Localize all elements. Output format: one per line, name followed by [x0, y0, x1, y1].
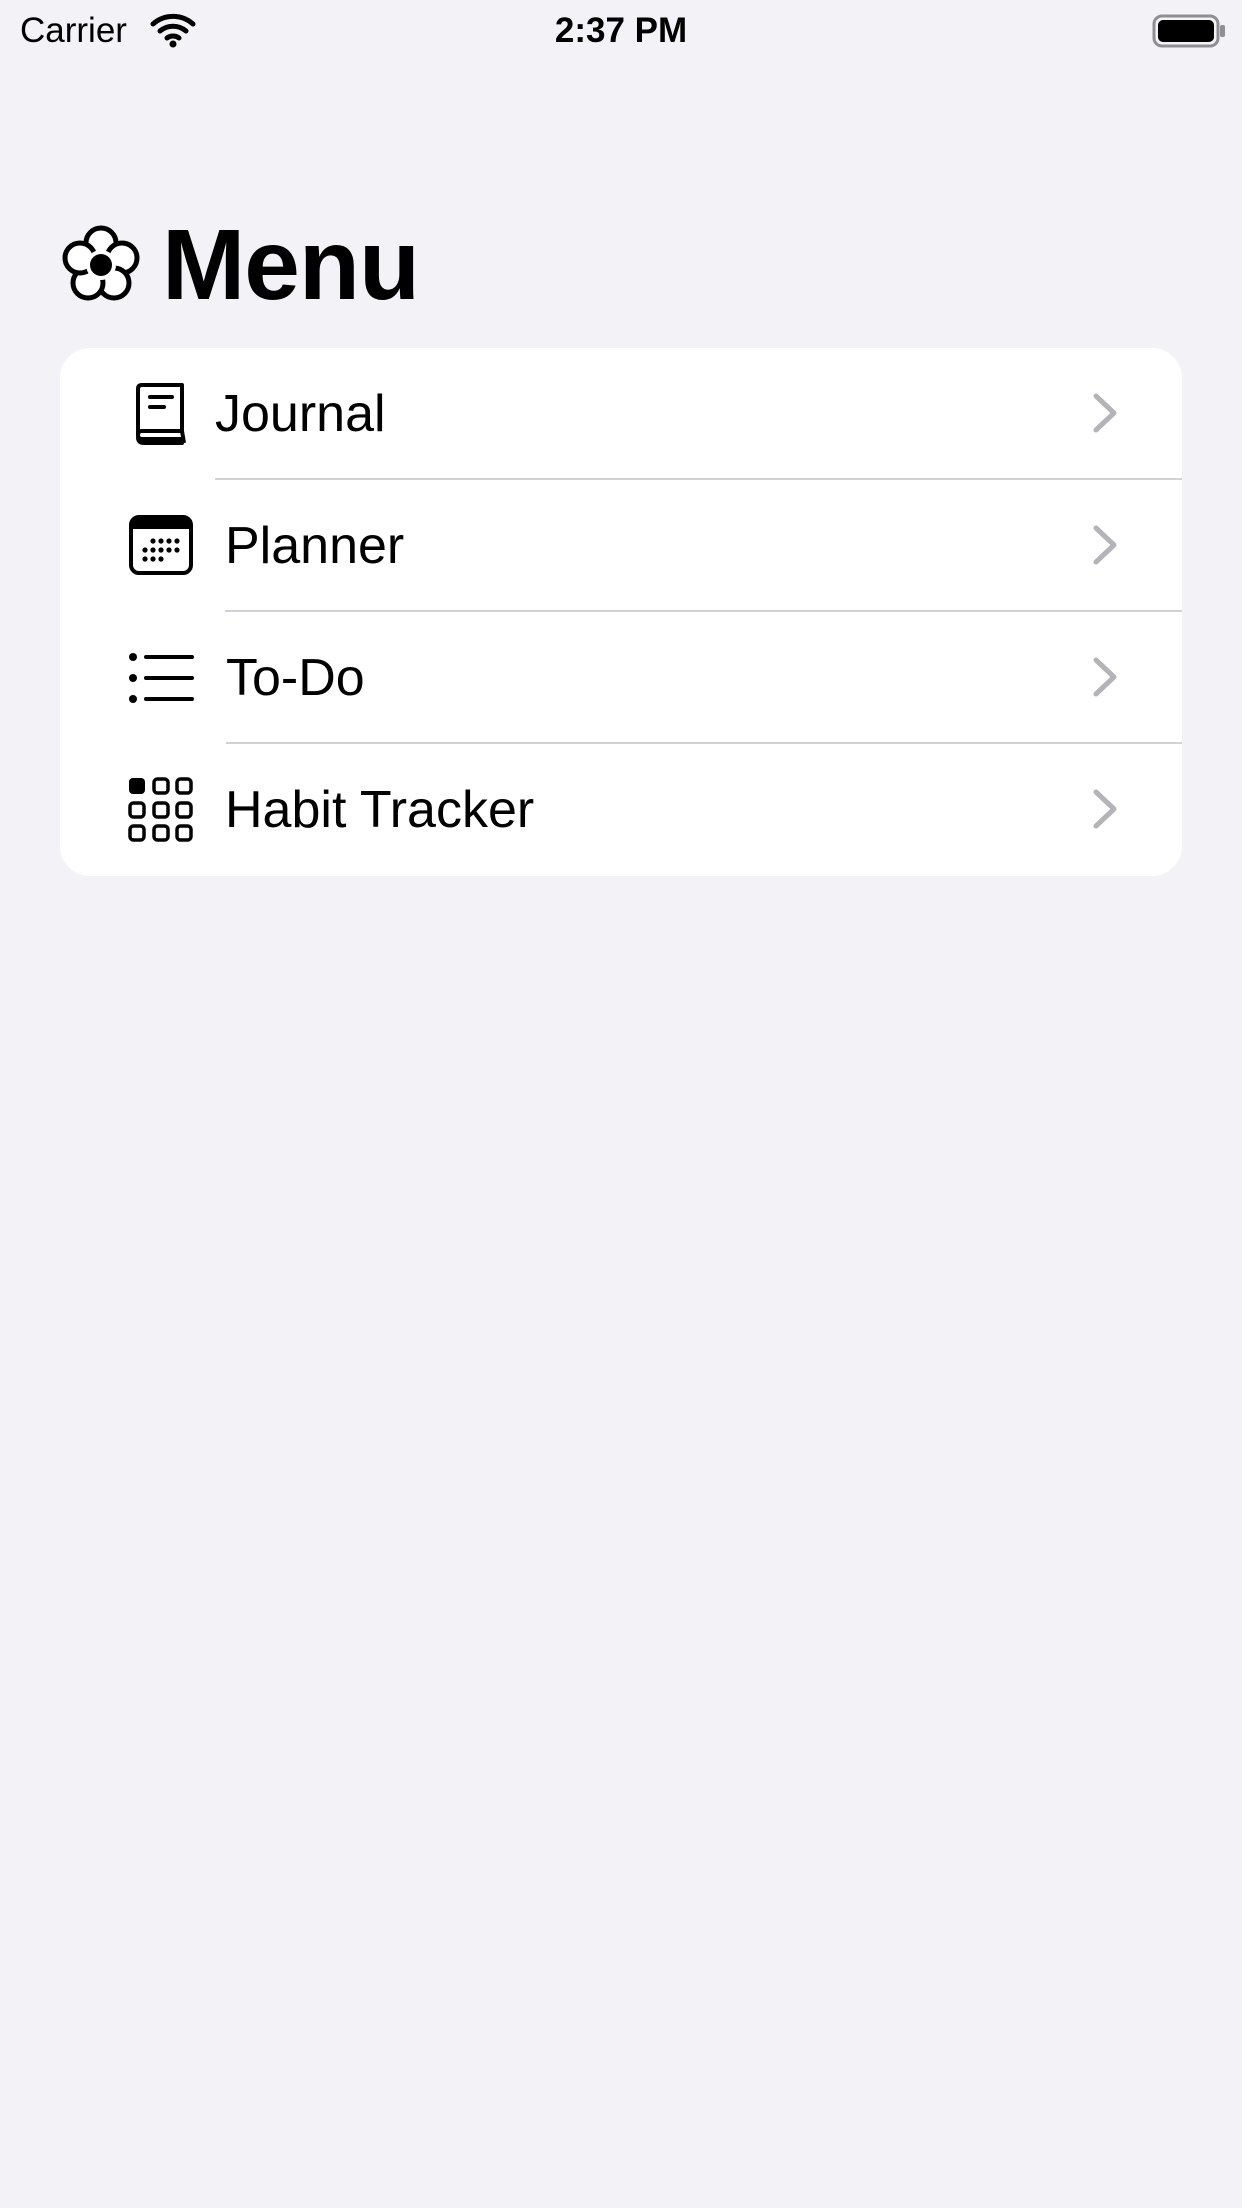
flower-icon: [60, 224, 142, 306]
status-time: 2:37 PM: [554, 11, 688, 50]
status-bar: Carrier 2:37 PM: [0, 0, 1242, 60]
menu-item-label: To-Do: [226, 649, 365, 707]
menu-item-habit-tracker[interactable]: Habit Tracker: [60, 744, 1182, 876]
menu-item-label: Journal: [215, 385, 386, 443]
chevron-right-icon: [1090, 654, 1120, 700]
menu-item-label: Habit Tracker: [225, 781, 535, 839]
book-icon: [128, 381, 194, 447]
page-title: Menu: [162, 209, 420, 321]
list-icon: [128, 645, 194, 711]
chevron-right-icon: [1090, 786, 1120, 832]
chevron-right-icon: [1090, 522, 1120, 568]
menu-item-journal[interactable]: Journal: [60, 348, 1182, 480]
menu-list: Journal Planner To-Do Habit Tracker: [60, 348, 1182, 876]
menu-item-todo[interactable]: To-Do: [60, 612, 1182, 744]
calendar-icon: [128, 513, 194, 579]
title-row: Menu: [60, 209, 420, 321]
chevron-right-icon: [1090, 390, 1120, 436]
menu-item-planner[interactable]: Planner: [60, 480, 1182, 612]
menu-item-label: Planner: [225, 517, 405, 575]
battery-icon: [1152, 14, 1228, 53]
grid-icon: [128, 777, 194, 843]
